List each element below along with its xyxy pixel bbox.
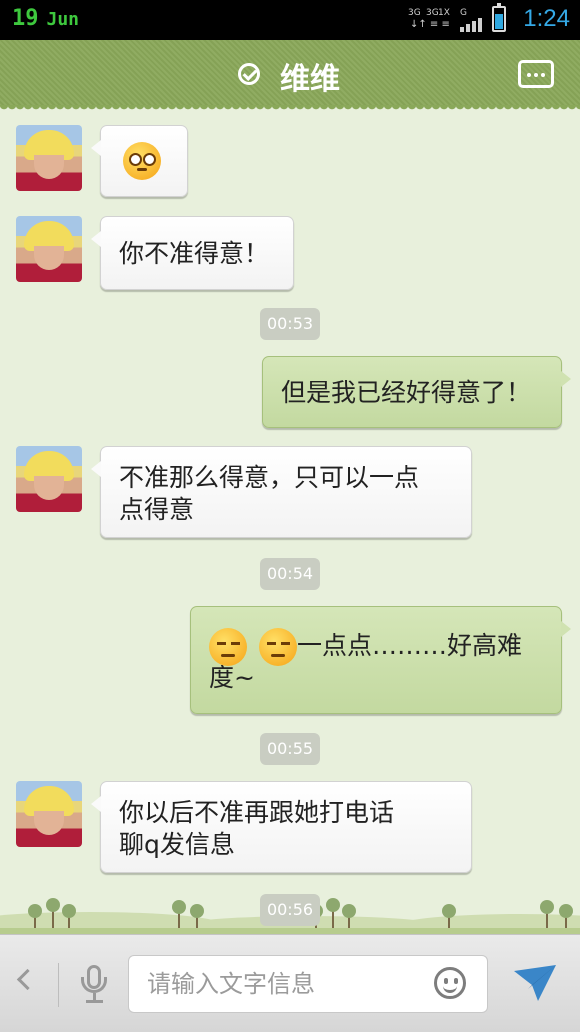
send-icon[interactable] <box>512 963 558 1003</box>
message-bubble-incoming[interactable]: 你不准得意！ <box>91 216 294 290</box>
input-bar <box>0 934 580 1032</box>
message-text-line-1: 你以后不准再跟她打电话 <box>119 798 395 827</box>
data-arrows-icon: ↓↑ ≡ ≡ <box>410 19 450 30</box>
divider <box>58 963 59 1007</box>
network-label-3g-2: 3G <box>426 8 439 18</box>
message-text-line-2: 度~ <box>209 663 255 692</box>
confused-face-icon <box>123 142 161 180</box>
network-label-3g: 3G <box>408 8 421 18</box>
status-date: 19 Jun <box>12 6 79 31</box>
status-month: Jun <box>46 9 80 30</box>
contact-avatar[interactable] <box>16 781 82 847</box>
battery-fill <box>495 13 503 29</box>
network-indicators: 3G 3G 1X G ↓↑ ≡ ≡ <box>408 8 488 32</box>
signal-strength-icon <box>460 18 486 32</box>
chat-header: 维维 <box>0 40 580 113</box>
check-circle-icon <box>238 63 260 85</box>
message-text-line-2: 聊q发信息 <box>119 830 235 859</box>
message-bubble-incoming[interactable]: 你以后不准再跟她打电话 聊q发信息 <box>91 781 472 873</box>
contact-name: 维维 <box>280 62 340 97</box>
timestamp: 00:56 <box>260 894 320 926</box>
timestamp: 00:53 <box>260 308 320 340</box>
network-label-1x: 1X <box>438 8 450 18</box>
battery-icon <box>492 3 506 32</box>
microphone-icon[interactable] <box>80 965 110 1005</box>
status-bar: 19 Jun 3G 3G 1X G ↓↑ ≡ ≡ 1:24 <box>0 0 580 40</box>
back-arrow-icon[interactable] <box>16 968 39 991</box>
status-time: 1:24 <box>523 5 570 32</box>
smug-face-icon <box>209 628 247 666</box>
message-text-line-2: 点得意 <box>119 495 195 524</box>
contact-avatar[interactable] <box>16 446 82 512</box>
message-bubble-outgoing[interactable]: 但是我已经好得意了！ <box>262 356 571 428</box>
message-bubble-outgoing[interactable]: 一点点………好高难 度~ <box>190 606 571 714</box>
message-text-line-1: 一点点………好高难 <box>296 631 522 660</box>
network-label-g: G <box>460 8 467 18</box>
status-day: 19 <box>12 6 39 31</box>
timestamp: 00:55 <box>260 733 320 765</box>
smug-face-icon <box>258 628 297 666</box>
more-options-icon[interactable] <box>518 60 554 88</box>
contact-avatar[interactable] <box>16 125 82 191</box>
message-bubble-incoming[interactable] <box>91 125 188 197</box>
message-bubble-incoming[interactable]: 不准那么得意，只可以一点 点得意 <box>91 446 472 538</box>
smiley-icon[interactable] <box>434 967 466 999</box>
message-text: 但是我已经好得意了！ <box>281 378 532 407</box>
message-text-line-1: 不准那么得意，只可以一点 <box>119 463 420 492</box>
timestamp: 00:54 <box>260 558 320 590</box>
message-text: 你不准得意！ <box>119 239 270 268</box>
contact-avatar[interactable] <box>16 216 82 282</box>
